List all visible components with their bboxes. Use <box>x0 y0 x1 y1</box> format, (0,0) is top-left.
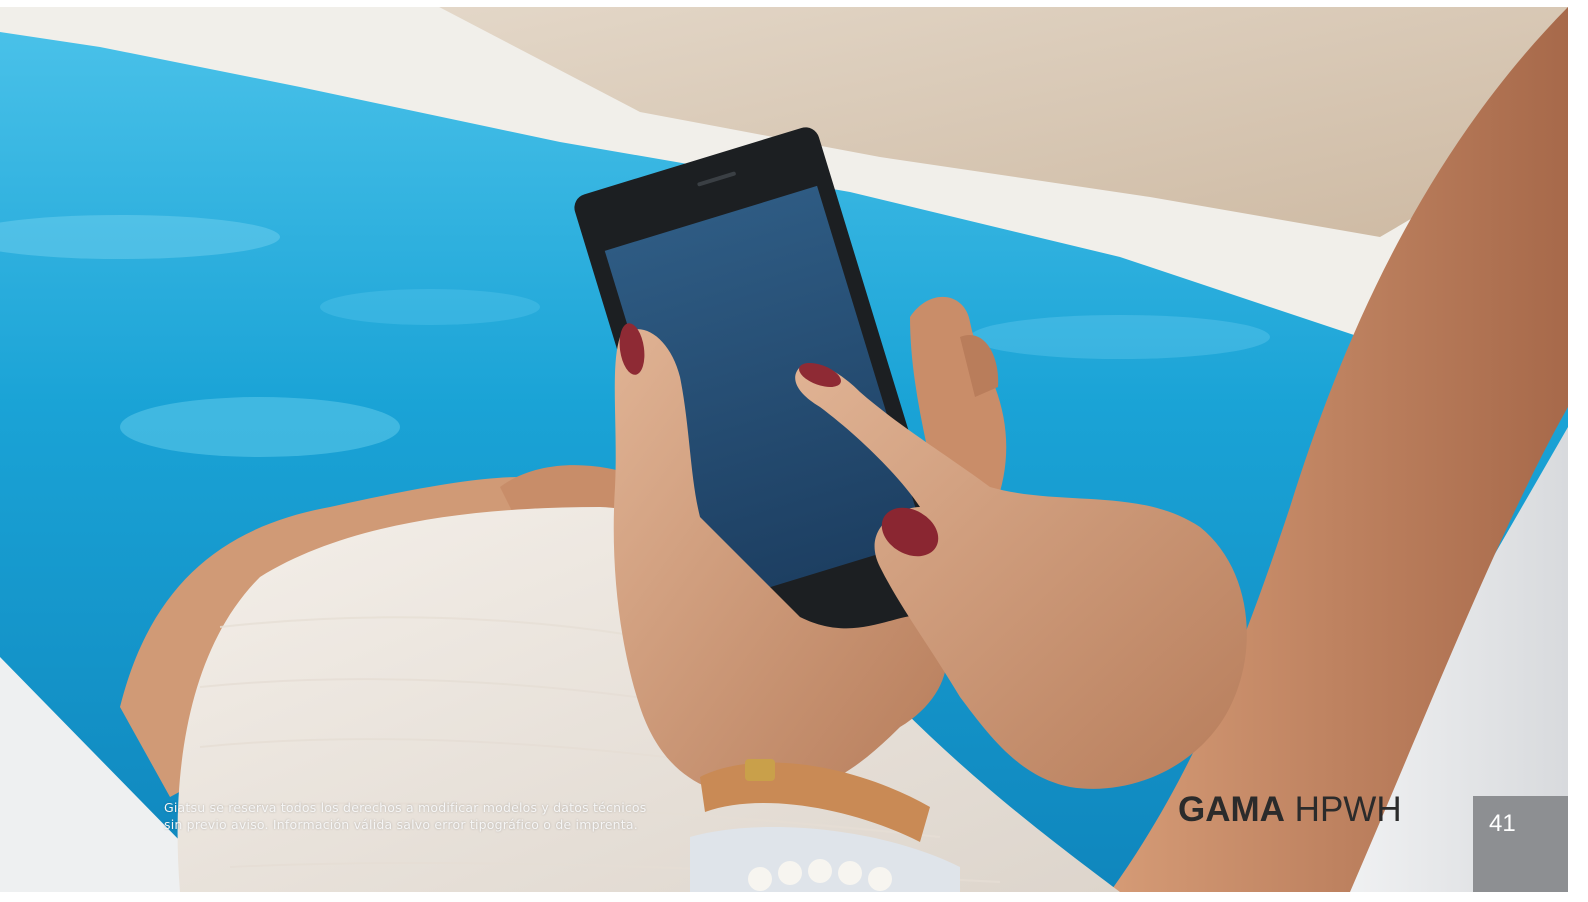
photo-illustration <box>0 7 1568 892</box>
disclaimer-line-1: Giatsu se reserva todos los derechos a m… <box>164 800 647 815</box>
page-number: 41 <box>1489 810 1516 837</box>
page-number-badge: 41 <box>1473 796 1568 892</box>
product-series-title: GAMA HPWH <box>1178 788 1402 832</box>
disclaimer-line-2: sin previo aviso. Información válida sal… <box>164 817 638 832</box>
brochure-page: Giatsu se reserva todos los derechos a m… <box>0 0 1588 902</box>
legal-disclaimer: Giatsu se reserva todos los derechos a m… <box>164 799 724 833</box>
poolside-smartphone-photo <box>0 7 1568 892</box>
series-title-regular: HPWH <box>1294 790 1402 829</box>
series-title-bold: GAMA <box>1178 790 1285 829</box>
